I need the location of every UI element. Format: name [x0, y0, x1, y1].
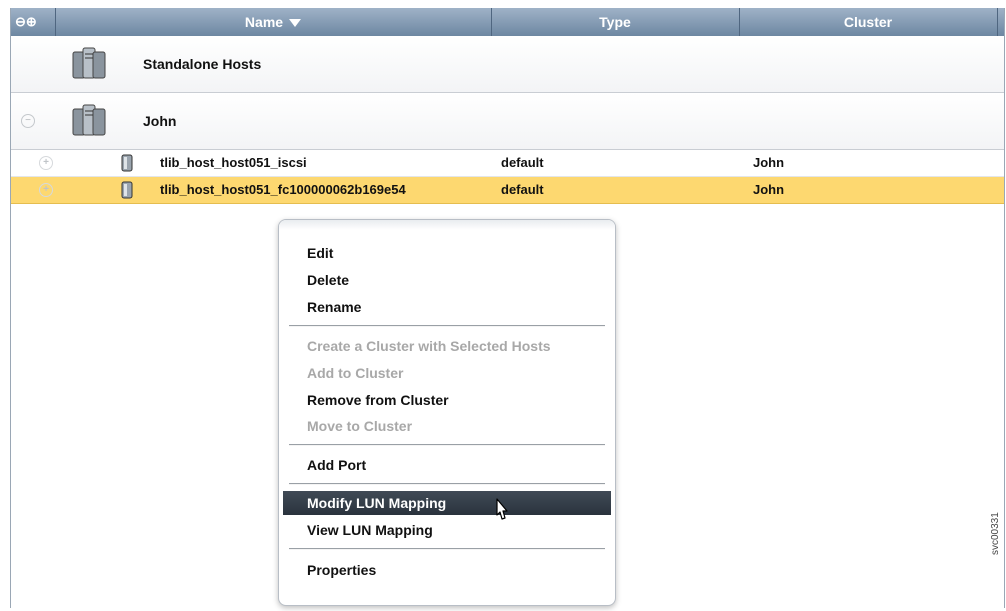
mouse-pointer-icon — [496, 498, 508, 520]
server-group-icon — [72, 104, 106, 136]
menu-item-modify-lun-mapping[interactable]: Modify LUN Mapping — [283, 491, 611, 515]
menu-item-add-port[interactable]: Add Port — [283, 453, 611, 477]
expand-collapse-all-controls[interactable]: ⊖⊕ — [11, 8, 55, 36]
host-cluster-cell: John — [753, 182, 785, 197]
host-server-icon — [121, 154, 133, 172]
menu-item-delete[interactable]: Delete — [283, 268, 611, 292]
menu-item-create-cluster[interactable]: Create a Cluster with Selected Hosts — [283, 334, 611, 358]
collapse-all-icon[interactable]: ⊖ — [15, 14, 26, 29]
host-type-cell: default — [501, 182, 544, 197]
sort-descending-icon — [289, 19, 302, 28]
menu-item-rename[interactable]: Rename — [283, 295, 611, 319]
host-cluster-cell: John — [753, 155, 785, 170]
server-group-icon — [72, 47, 106, 79]
figure-id-label: svc00331 — [990, 512, 1001, 555]
column-header-name[interactable]: Name — [55, 8, 491, 36]
menu-item-edit[interactable]: Edit — [283, 241, 611, 265]
group-row-standalone-hosts[interactable]: Standalone Hosts — [11, 36, 1004, 93]
host-name-cell: tlib_host_host051_iscsi — [160, 155, 307, 170]
menu-separator — [289, 548, 605, 550]
table-header: ⊖⊕ Name Type Cluster — [11, 8, 1004, 36]
expand-all-icon[interactable]: ⊕ — [26, 14, 37, 29]
group-label: John — [143, 113, 177, 129]
menu-separator — [289, 444, 605, 446]
host-server-icon — [121, 181, 133, 199]
table-row-selected[interactable]: + tlib_host_host051_fc100000062b169e54 d… — [11, 177, 1004, 204]
host-type-cell: default — [501, 155, 544, 170]
menu-item-view-lun-mapping[interactable]: View LUN Mapping — [283, 518, 611, 542]
context-menu: Edit Delete Rename Create a Cluster with… — [278, 219, 616, 606]
column-header-cluster[interactable]: Cluster — [739, 8, 997, 36]
menu-item-move-to-cluster[interactable]: Move to Cluster — [283, 414, 611, 438]
expand-icon[interactable]: + — [39, 183, 53, 197]
menu-item-remove-from-cluster[interactable]: Remove from Cluster — [283, 388, 611, 412]
host-name-cell: tlib_host_host051_fc100000062b169e54 — [160, 182, 406, 197]
menu-item-add-to-cluster[interactable]: Add to Cluster — [283, 361, 611, 385]
table-row[interactable]: + tlib_host_host051_iscsi default John — [11, 150, 1004, 177]
collapse-icon[interactable]: − — [21, 114, 35, 128]
group-label: Standalone Hosts — [143, 56, 262, 72]
expand-icon[interactable]: + — [39, 156, 53, 170]
menu-item-properties[interactable]: Properties — [283, 558, 611, 582]
menu-separator — [289, 483, 605, 485]
menu-separator — [289, 325, 605, 327]
column-header-type[interactable]: Type — [491, 8, 739, 36]
group-row-john[interactable]: − John — [11, 93, 1004, 150]
